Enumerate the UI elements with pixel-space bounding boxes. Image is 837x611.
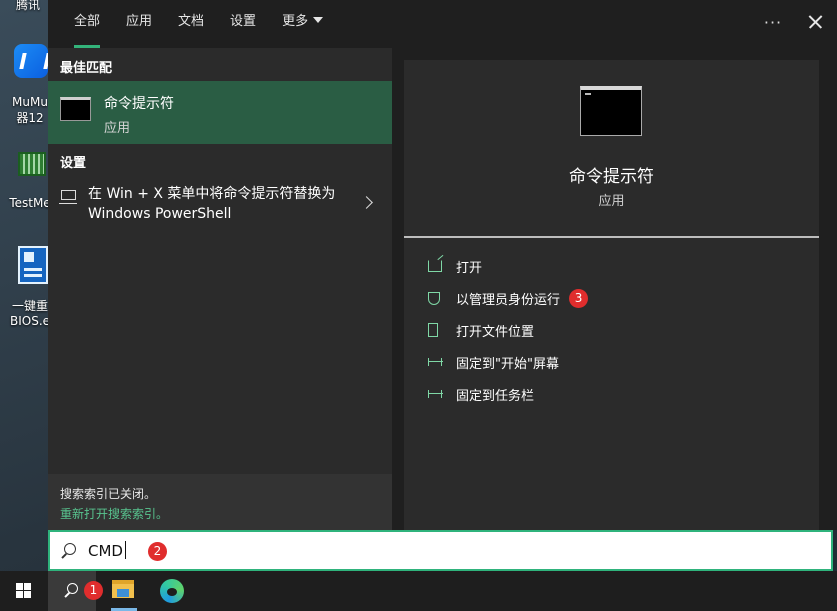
action-run-as-admin[interactable]: 以管理员身份运行 3	[404, 282, 819, 314]
action-label: 固定到任务栏	[456, 388, 535, 404]
pin-icon	[428, 358, 443, 366]
step-badge: 2	[148, 542, 167, 561]
search-tabs: 全部 应用 文档 设置 更多 ···	[48, 0, 837, 48]
search-box[interactable]: CMD 2	[48, 530, 833, 571]
search-icon	[67, 583, 78, 594]
search-panel: 全部 应用 文档 设置 更多 ··· 最佳匹配 命令提示符 应用 设置 在 Wi…	[48, 0, 837, 530]
action-list: 打开 以管理员身份运行 3 打开文件位置 固定到"开始"屏幕 固定到任务栏	[404, 250, 819, 410]
notice-text: 搜索索引已关闭。	[60, 487, 157, 501]
desktop-icon-label: TestMe	[9, 196, 51, 210]
result-subtitle: 应用	[104, 121, 131, 136]
action-label: 打开文件位置	[456, 324, 535, 340]
search-icon	[64, 543, 76, 555]
action-open-file-location[interactable]: 打开文件位置	[404, 314, 819, 346]
pin-icon	[428, 390, 443, 398]
tab-settings[interactable]: 设置	[217, 0, 269, 48]
tab-label: 设置	[230, 14, 257, 29]
result-title: 命令提示符	[104, 96, 174, 112]
panel-actions: ···	[753, 0, 837, 44]
command-prompt-icon	[60, 97, 91, 121]
desktop-icon-testme[interactable]: TestMe	[6, 196, 54, 210]
mumu-app-icon[interactable]	[14, 44, 50, 90]
tab-label: 全部	[74, 14, 101, 29]
action-pin-to-start[interactable]: 固定到"开始"屏幕	[404, 346, 819, 378]
preview-title: 命令提示符	[569, 167, 654, 187]
desktop-icon-label: 器12	[16, 111, 44, 125]
settings-heading: 设置	[60, 156, 87, 171]
file-explorer-icon[interactable]	[112, 580, 134, 598]
desktop-icon-label: BIOS.e	[9, 314, 51, 328]
step-badge: 3	[569, 288, 589, 308]
open-icon	[428, 260, 442, 272]
tab-label: 更多	[282, 14, 309, 29]
taskbar	[0, 571, 837, 611]
best-match-result[interactable]: 命令提示符 应用	[48, 81, 392, 144]
desktop-icon-tencent[interactable]: 腾讯	[4, 0, 52, 13]
close-icon[interactable]	[793, 0, 837, 44]
bios-app-icon[interactable]	[18, 246, 48, 284]
windows-logo-icon	[16, 583, 32, 599]
action-label: 固定到"开始"屏幕	[456, 356, 559, 372]
chevron-right-icon	[360, 196, 373, 209]
search-input[interactable]: CMD	[88, 541, 126, 560]
step-badge: 1	[84, 581, 103, 600]
search-index-notice: 搜索索引已关闭。 重新打开搜索索引。	[48, 474, 392, 530]
divider	[404, 236, 819, 238]
testme-app-icon[interactable]	[18, 152, 46, 176]
tab-label: 文档	[178, 14, 205, 29]
action-label: 打开	[456, 260, 483, 276]
desktop-icon-label: 腾讯	[15, 0, 40, 12]
monitor-icon	[59, 190, 77, 204]
action-label: 以管理员身份运行	[456, 292, 561, 308]
chevron-down-icon	[313, 17, 324, 23]
more-options-button[interactable]: ···	[753, 13, 793, 32]
desktop-icon-label: 一键重	[11, 299, 48, 313]
start-button[interactable]	[0, 571, 48, 611]
setting-result-powershell[interactable]: 在 Win + X 菜单中将命令提示符替换为 Windows PowerShel…	[48, 180, 392, 228]
results-pane: 最佳匹配 命令提示符 应用 设置 在 Win + X 菜单中将命令提示符替换为 …	[48, 48, 392, 530]
tab-documents[interactable]: 文档	[165, 0, 217, 48]
command-prompt-icon	[580, 86, 642, 136]
shield-icon	[428, 291, 440, 305]
edge-browser-icon[interactable]	[160, 579, 184, 603]
tab-label: 应用	[126, 14, 153, 29]
tab-apps[interactable]: 应用	[113, 0, 165, 48]
desktop-icon-bios[interactable]: 一键重 BIOS.e	[6, 297, 54, 328]
tab-all[interactable]: 全部	[61, 0, 113, 48]
reopen-index-link[interactable]: 重新打开搜索索引。	[60, 505, 168, 522]
best-match-heading: 最佳匹配	[60, 61, 113, 76]
action-open[interactable]: 打开	[404, 250, 819, 282]
file-location-icon	[428, 323, 438, 337]
action-pin-to-taskbar[interactable]: 固定到任务栏	[404, 378, 819, 410]
preview-subtitle: 应用	[598, 194, 625, 209]
setting-result-label: 在 Win + X 菜单中将命令提示符替换为 Windows PowerShel…	[88, 186, 336, 222]
desktop-icon-mumu[interactable]: MuMu 器12	[6, 95, 54, 126]
preview-pane: 命令提示符 应用 打开 以管理员身份运行 3 打开文件位置 固定到"开始"屏幕	[404, 60, 819, 530]
tab-more[interactable]: 更多	[269, 0, 336, 48]
desktop-icon-label: MuMu	[12, 95, 48, 109]
